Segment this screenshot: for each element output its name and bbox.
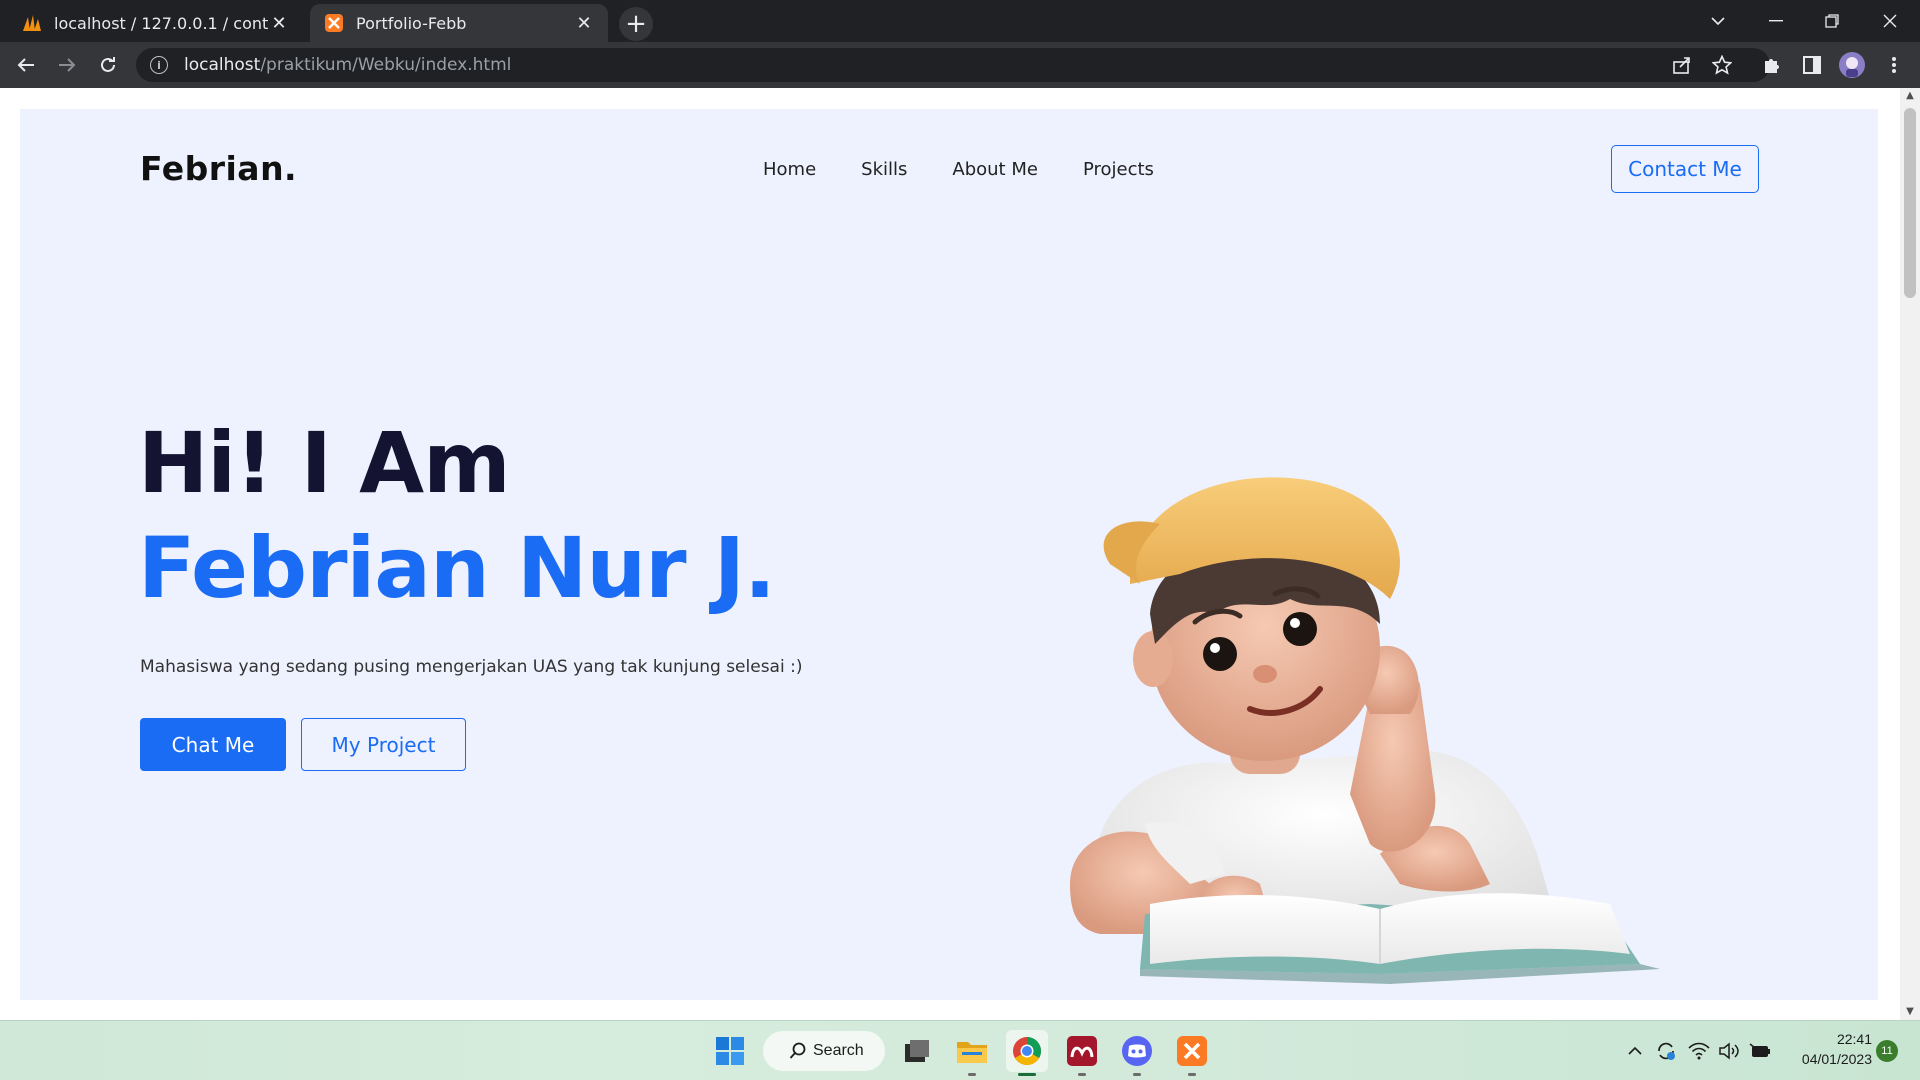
headline-greeting: Hi! I Am [138, 414, 511, 512]
headline-name: Febrian Nur J. [138, 519, 776, 617]
tab-phpmyadmin[interactable]: localhost / 127.0.0.1 / contact_da ✕ [8, 4, 303, 42]
tab-title: localhost / 127.0.0.1 / contact_da [54, 13, 269, 33]
volume-icon[interactable] [1716, 1021, 1742, 1080]
extensions-icon[interactable] [1756, 49, 1788, 81]
file-explorer-icon[interactable] [951, 1030, 993, 1076]
browser-tab-strip: localhost / 127.0.0.1 / contact_da ✕ Por… [0, 0, 1920, 42]
tab-title: Portfolio-Febb [356, 13, 467, 33]
clock-time: 22:41 [1836, 1031, 1872, 1047]
forward-icon[interactable] [51, 49, 83, 81]
notification-badge[interactable]: 11 [1876, 1040, 1898, 1062]
nav-about-me[interactable]: About Me [952, 159, 1038, 180]
bookmark-star-icon[interactable] [1706, 49, 1738, 81]
reload-icon[interactable] [92, 49, 124, 81]
hero-section: Febrian. Home Skills About Me Projects C… [20, 109, 1878, 1000]
battery-charging-icon[interactable] [1746, 1021, 1774, 1080]
close-tab-icon[interactable]: ✕ [574, 13, 594, 34]
close-window-icon[interactable] [1862, 0, 1918, 42]
nav-skills[interactable]: Skills [861, 159, 907, 180]
restore-icon[interactable] [1804, 0, 1860, 42]
nav-home[interactable]: Home [763, 159, 816, 180]
address-bar[interactable]: i localhost/praktikum/Webku/index.html [136, 48, 1770, 82]
search-icon [789, 1042, 806, 1059]
page-viewport: Febrian. Home Skills About Me Projects C… [0, 88, 1920, 1020]
running-indicator [1133, 1073, 1141, 1076]
menu-kebab-icon[interactable] [1878, 49, 1910, 81]
tab-portfolio[interactable]: Portfolio-Febb ✕ [310, 4, 608, 42]
windows-start-icon[interactable] [709, 1030, 751, 1072]
active-indicator [1018, 1073, 1036, 1076]
url-host: localhost [184, 55, 261, 75]
clock-date: 04/01/2023 [1801, 1051, 1872, 1067]
side-panel-icon[interactable] [1796, 49, 1828, 81]
running-indicator [968, 1073, 976, 1076]
taskbar-clock[interactable]: 22:41 04/01/2023 [1786, 1029, 1872, 1069]
url-path: /praktikum/Webku/index.html [260, 55, 512, 75]
new-tab-button[interactable]: + [619, 7, 653, 41]
contact-me-button[interactable]: Contact Me [1611, 145, 1759, 193]
windows-taskbar: Search 22:41 04/01/2023 11 [0, 1020, 1920, 1080]
share-icon[interactable] [1666, 49, 1698, 81]
task-view-icon[interactable] [896, 1030, 938, 1072]
close-tab-icon[interactable]: ✕ [269, 13, 289, 34]
running-indicator [1188, 1073, 1196, 1076]
site-info-icon[interactable]: i [150, 56, 168, 74]
running-indicator [1078, 1073, 1086, 1076]
discord-icon[interactable] [1116, 1030, 1158, 1076]
minimize-icon[interactable] [1748, 0, 1804, 42]
xampp-icon [324, 13, 344, 33]
taskbar-search-label: Search [813, 1042, 864, 1059]
sync-icon[interactable] [1652, 1021, 1680, 1080]
scroll-up-arrow-icon[interactable]: ▲ [1900, 88, 1920, 104]
hero-subtitle: Mahasiswa yang sedang pusing mengerjakan… [140, 657, 803, 677]
xampp-icon[interactable] [1171, 1030, 1213, 1076]
back-icon[interactable] [10, 49, 42, 81]
browser-toolbar: i localhost/praktikum/Webku/index.html [0, 42, 1920, 88]
show-hidden-icons-icon[interactable] [1622, 1021, 1648, 1080]
mendeley-icon[interactable] [1061, 1030, 1103, 1076]
boy-reading-illustration [1070, 477, 1660, 984]
nav-projects[interactable]: Projects [1083, 159, 1154, 180]
scroll-down-arrow-icon[interactable]: ▼ [1900, 1004, 1920, 1020]
my-project-button[interactable]: My Project [301, 718, 466, 771]
tab-search-icon[interactable] [1690, 0, 1746, 42]
brand-logo[interactable]: Febrian. [140, 149, 297, 188]
taskbar-search[interactable]: Search [763, 1031, 885, 1071]
phpmyadmin-icon [22, 13, 42, 33]
page-scrollbar[interactable]: ▲ ▼ [1900, 88, 1920, 1020]
profile-avatar[interactable] [1836, 49, 1868, 81]
wifi-icon[interactable] [1686, 1021, 1712, 1080]
main-nav: Home Skills About Me Projects [763, 159, 1154, 180]
chat-me-button[interactable]: Chat Me [140, 718, 286, 771]
scrollbar-thumb[interactable] [1904, 108, 1916, 298]
chrome-icon[interactable] [1006, 1030, 1048, 1076]
